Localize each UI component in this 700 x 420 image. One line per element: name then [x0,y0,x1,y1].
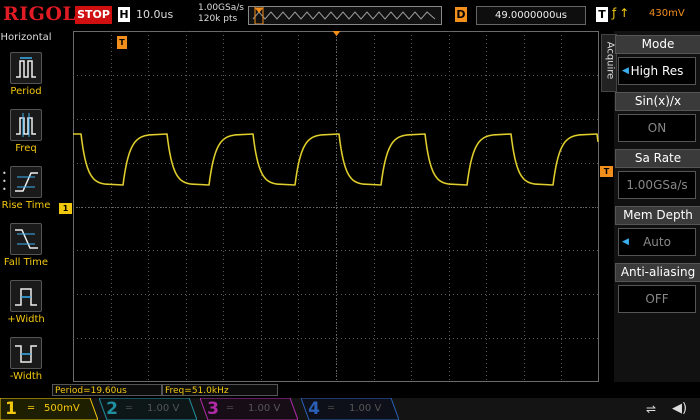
memory-depth-value: 120k pts [198,14,238,24]
channel-1-scale: 500mV [44,403,80,414]
delay-value[interactable]: 49.0000000us [476,6,586,25]
mode-value-button[interactable]: ◀ High Res [618,57,696,85]
channel-4-scale: 1.00 V [349,403,382,414]
anti-aliasing-value-button[interactable]: OFF [618,285,696,313]
measurement-results: Period=19.60us Freq=51.0kHz [52,384,278,397]
sa-rate-value-button[interactable]: 1.00GSa/s [618,171,696,199]
left-arrow-icon: ◀ [622,237,629,247]
period-icon [16,57,36,78]
run-stop-indicator[interactable]: STOP [75,6,112,24]
mode-title: Mode [615,35,700,54]
anti-aliasing-value: OFF [645,292,669,306]
center-time-marker [332,31,341,36]
trigger-level-value[interactable]: 430mV [649,8,685,19]
sinx-title: Sin(x)/x [615,92,700,111]
channel-4-tab[interactable]: 4 ═ 1.00 V [301,398,399,420]
measure-period-button[interactable] [10,52,42,84]
trigger-position-marker[interactable]: T [117,36,127,49]
rise-time-icon [15,172,38,192]
measure-neg-width-button[interactable] [10,337,42,369]
pos-width-icon [15,288,37,306]
acquire-tab-label: Acquire [604,41,616,80]
measurement-freq[interactable]: Freq=51.0kHz [162,384,278,396]
channel-1-number: 1 [5,399,17,419]
channel-1-coupling-icon: ═ [28,403,35,414]
mem-depth-value: Auto [643,235,671,249]
usb-icon: ⇌ [646,402,657,416]
measure-freq-button[interactable] [10,109,42,141]
trigger-badge: T [596,7,608,22]
channel-4-coupling-icon: ═ [328,403,335,414]
measure-rise-time-button[interactable] [10,166,42,198]
channel-4-number: 4 [308,399,320,419]
channel-1-tab[interactable]: 1 ═ 500mV [0,398,98,420]
measure-freq-label: Freq [15,143,37,154]
graticule [73,31,599,382]
horizontal-badge: H [118,7,130,22]
ch1-trace-highlight [73,133,599,186]
channel-3-tab[interactable]: 3 ═ 1.00 V [200,398,298,420]
anti-aliasing-title: Anti-aliasing [615,263,700,282]
measurement-period[interactable]: Period=19.60us [52,384,162,396]
channel-2-tab[interactable]: 2 ═ 1.00 V [99,398,197,420]
channel-2-scale: 1.00 V [147,403,180,414]
fall-time-icon [15,229,38,249]
ch1-trace [73,133,599,186]
mem-depth-title: Mem Depth [615,206,700,225]
measure-period-label: Period [10,86,42,97]
sa-rate-value: 1.00GSa/s [626,178,688,192]
delay-badge: D [455,7,467,22]
sample-rate-info: 1.00GSa/s 120k pts [198,3,244,25]
channel-3-coupling-icon: ═ [227,403,234,414]
speaker-icon[interactable]: ◀) [672,401,687,416]
left-arrow-icon: ◀ [622,66,629,76]
memory-position-bar[interactable] [248,6,442,25]
freq-icon [16,113,36,137]
mode-value: High Res [630,64,684,78]
ch1-ground-marker[interactable]: 1 [59,203,72,214]
sample-rate-value: 1.00GSa/s [198,3,244,13]
sinx-value-button[interactable]: ON [618,114,696,142]
measure-fall-time-button[interactable] [10,223,42,255]
mem-depth-value-button[interactable]: ◀ Auto [618,228,696,256]
brand-logo: RIGOL [3,3,77,25]
sa-rate-title: Sa Rate [615,149,700,168]
measure-pos-width-label: +Width [7,314,45,325]
trigger-level-marker[interactable]: T [600,166,613,177]
trigger-slope-icon: ↑ [619,6,633,20]
sinx-value: ON [647,121,667,135]
measure-neg-width-label: -Width [9,371,43,382]
more-items-indicator: • • • [2,169,7,194]
measure-pos-width-button[interactable] [10,280,42,312]
measure-fall-time-label: Fall Time [3,257,49,268]
channel-2-coupling-icon: ═ [126,403,133,414]
memory-waveform-icon [252,11,436,20]
neg-width-icon [15,345,37,363]
channel-3-number: 3 [207,399,219,419]
trigger-icons: ƒ↑ [612,6,632,20]
measure-rise-time-label: Rise Time [1,200,51,211]
channel-2-number: 2 [106,399,118,419]
waveform-display[interactable] [73,31,599,382]
timebase-value[interactable]: 10.0us [136,8,173,21]
measure-menu-title: Horizontal [0,32,52,43]
channel-3-scale: 1.00 V [248,403,281,414]
